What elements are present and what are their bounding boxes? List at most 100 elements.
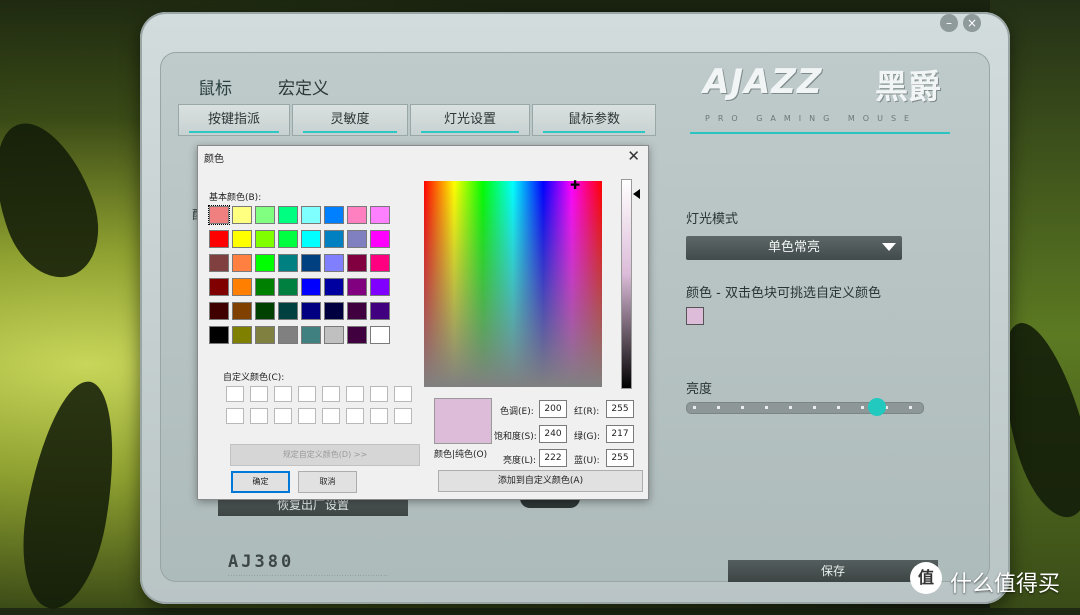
custom-color-swatch[interactable] [322,386,340,402]
custom-color-swatch[interactable] [298,386,316,402]
add-to-custom-button[interactable]: 添加到自定义颜色(A) [438,470,643,492]
close-icon[interactable]: × [963,14,981,32]
custom-color-swatch[interactable] [322,408,340,424]
basic-color-swatch[interactable] [370,278,390,296]
basic-color-swatch[interactable] [324,278,344,296]
minimize-icon[interactable]: – [940,14,958,32]
luminance-bar[interactable] [621,179,632,389]
tab-mouse-params[interactable]: 鼠标参数 [532,104,656,136]
save-button[interactable]: 保存 [728,560,938,582]
basic-color-swatch[interactable] [324,302,344,320]
basic-color-swatch[interactable] [278,206,298,224]
custom-color-swatch[interactable] [394,386,412,402]
basic-color-swatch[interactable] [209,278,229,296]
basic-color-swatch[interactable] [324,206,344,224]
basic-color-swatch[interactable] [324,326,344,344]
basic-color-swatch[interactable] [232,278,252,296]
basic-color-swatch[interactable] [255,326,275,344]
preview-label: 颜色|纯色(O) [434,450,488,460]
light-mode-select[interactable]: 单色常亮 [686,236,902,260]
basic-color-swatch[interactable] [255,254,275,272]
basic-color-swatch[interactable] [232,230,252,248]
custom-color-swatch[interactable] [250,408,268,424]
basic-color-swatch[interactable] [301,278,321,296]
sat-input[interactable]: 240 [539,425,567,443]
color-swatch[interactable] [686,307,704,325]
custom-color-swatch[interactable] [370,408,388,424]
basic-color-swatch[interactable] [347,326,367,344]
tab-lighting[interactable]: 灯光设置 [410,104,530,136]
tab-underline [189,131,279,133]
basic-color-swatch[interactable] [370,206,390,224]
basic-color-swatch[interactable] [370,326,390,344]
basic-color-swatch[interactable] [208,205,230,225]
basic-color-swatch[interactable] [347,278,367,296]
basic-color-swatch[interactable] [255,230,275,248]
basic-color-swatch[interactable] [232,326,252,344]
crosshair-icon[interactable]: ✚ [570,178,580,192]
basic-color-swatch[interactable] [301,206,321,224]
brand-logo: AJAZZ [703,62,823,102]
basic-color-swatch[interactable] [324,254,344,272]
watermark-text: 什么值得买 [950,572,1061,597]
basic-color-swatch[interactable] [232,254,252,272]
custom-color-swatch[interactable] [346,408,364,424]
custom-color-swatch[interactable] [370,386,388,402]
blue-input[interactable]: 255 [606,449,634,467]
custom-color-swatch[interactable] [274,386,292,402]
basic-color-swatch[interactable] [370,302,390,320]
basic-color-swatch[interactable] [209,326,229,344]
color-label: 颜色 - 双击色块可挑选自定义颜色 [686,286,881,301]
tab-key-assign[interactable]: 按键指派 [178,104,290,136]
red-input[interactable]: 255 [606,400,634,418]
basic-color-swatch[interactable] [209,302,229,320]
basic-color-swatch[interactable] [301,254,321,272]
brightness-slider[interactable] [686,398,924,416]
define-custom-colors-button[interactable]: 规定自定义颜色(D) >> [230,444,420,466]
basic-color-swatch[interactable] [301,326,321,344]
green-input[interactable]: 217 [606,425,634,443]
basic-color-swatch[interactable] [347,254,367,272]
slider-knob[interactable] [868,398,886,416]
basic-color-swatch[interactable] [278,278,298,296]
custom-color-swatch[interactable] [226,386,244,402]
ok-button[interactable]: 确定 [231,471,290,493]
color-spectrum[interactable] [424,181,602,387]
hue-input[interactable]: 200 [539,400,567,418]
tab-mouse[interactable]: 鼠标 [198,74,232,99]
basic-color-swatch[interactable] [278,302,298,320]
basic-color-swatch[interactable] [370,230,390,248]
custom-color-swatch[interactable] [250,386,268,402]
basic-color-swatch[interactable] [278,254,298,272]
custom-color-swatch[interactable] [298,408,316,424]
basic-color-swatch[interactable] [255,206,275,224]
basic-color-swatch[interactable] [255,302,275,320]
basic-color-swatch[interactable] [324,230,344,248]
lum-input[interactable]: 222 [539,449,567,467]
basic-color-swatch[interactable] [255,278,275,296]
basic-color-swatch[interactable] [347,230,367,248]
basic-color-swatch[interactable] [301,302,321,320]
light-mode-label: 灯光模式 [686,212,739,227]
basic-color-swatch[interactable] [347,206,367,224]
basic-color-swatch[interactable] [209,254,229,272]
custom-color-swatch[interactable] [226,408,244,424]
basic-color-swatch[interactable] [278,230,298,248]
basic-color-swatch[interactable] [232,302,252,320]
basic-color-swatch[interactable] [370,254,390,272]
basic-color-swatch[interactable] [301,230,321,248]
basic-color-swatch[interactable] [232,206,252,224]
custom-color-swatch[interactable] [394,408,412,424]
custom-color-swatch[interactable] [274,408,292,424]
tab-label: 鼠标参数 [567,112,620,127]
tab-sensitivity[interactable]: 灵敏度 [292,104,408,136]
close-icon[interactable]: ✕ [627,147,640,165]
basic-color-swatch[interactable] [278,326,298,344]
cancel-button[interactable]: 取消 [298,471,357,493]
tab-macro[interactable]: 宏定义 [278,74,329,99]
basic-color-swatch[interactable] [347,302,367,320]
color-preview [434,398,492,444]
luminance-arrow-icon[interactable] [633,189,640,199]
custom-color-swatch[interactable] [346,386,364,402]
basic-color-swatch[interactable] [209,230,229,248]
